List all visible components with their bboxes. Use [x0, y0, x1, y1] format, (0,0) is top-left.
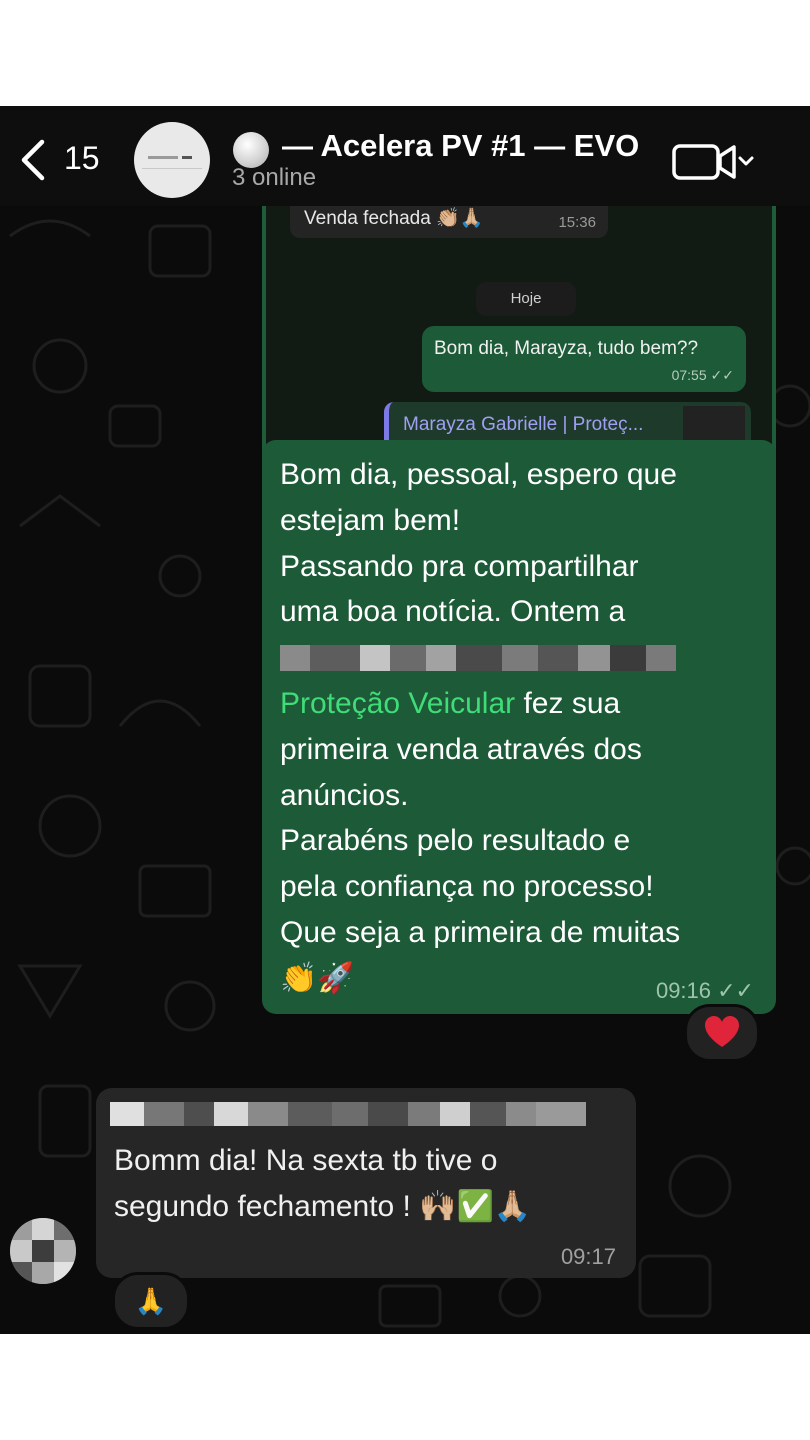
- msg-line: Que seja a primeira de muitas: [280, 915, 681, 949]
- outgoing-message-bubble[interactable]: Bom dia, pessoal, espero que estejam bem…: [262, 440, 776, 1014]
- msg-line: Passando pra compartilhar: [280, 549, 639, 583]
- screenshot-out-time: 07:55 ✓✓: [671, 367, 734, 383]
- unread-count[interactable]: 15: [64, 140, 100, 177]
- msg-line: primeira venda através dos: [280, 732, 642, 766]
- screenshot-previous-time: 15:36: [558, 214, 596, 231]
- group-avatar[interactable]: [134, 122, 210, 198]
- message-time: 09:16 ✓✓: [655, 978, 754, 1003]
- heart-icon: [705, 1016, 739, 1047]
- incoming-message-time: 09:17: [560, 1244, 616, 1269]
- pray-reaction[interactable]: 🙏: [112, 1272, 190, 1330]
- chat-screen: 15 — Acelera PV #1 — EVO 3 online Venda …: [0, 106, 810, 1334]
- screenshot-previous-message: Venda fechada 👏🏼🙏🏼: [304, 208, 484, 229]
- chevron-down-icon: [738, 156, 754, 166]
- screenshot-outgoing-bubble: Bom dia, Marayza, tudo bem?? 07:55 ✓✓: [422, 326, 746, 392]
- group-title[interactable]: — Acelera PV #1 — EVO: [282, 128, 639, 164]
- msg-line: uma boa notícia. Ontem a: [280, 595, 626, 629]
- msg-line: segundo fechamento ! 🙌🏼✅🙏🏼: [114, 1190, 532, 1223]
- msg-line: Parabéns pelo resultado e: [280, 824, 631, 858]
- msg-line: anúncios.: [280, 778, 409, 812]
- outgoing-message-text: Bom dia, pessoal, espero que estejam bem…: [280, 452, 770, 1002]
- heart-reaction[interactable]: [684, 1004, 760, 1062]
- msg-line: Proteção Veicular fez sua: [280, 686, 621, 720]
- highlighted-company-name: Proteção Veicular: [280, 686, 516, 720]
- screenshot-incoming-bubble: Venda fechada 👏🏼🙏🏼 15:36: [290, 206, 608, 238]
- screenshot-out-message: Bom dia, Marayza, tudo bem??: [434, 338, 699, 359]
- sender-avatar[interactable]: [10, 1218, 76, 1284]
- msg-line: pela confiança no processo!: [280, 870, 654, 904]
- msg-line: Bomm dia! Na sexta tb tive o: [114, 1144, 498, 1177]
- incoming-message-bubble[interactable]: Bomm dia! Na sexta tb tive o segundo fec…: [96, 1088, 636, 1278]
- link-preview-title: Marayza Gabrielle | Proteç...: [403, 414, 644, 435]
- day-divider: Hoje: [476, 282, 576, 316]
- msg-line: estejam bem!: [280, 503, 461, 537]
- chat-header: 15 — Acelera PV #1 — EVO 3 online: [0, 106, 810, 206]
- online-status: 3 online: [232, 164, 317, 191]
- link-preview-thumbnail: [683, 406, 745, 442]
- msg-line: Bom dia, pessoal, espero que: [280, 458, 677, 491]
- redacted-name: [280, 635, 770, 681]
- white-circle-emoji-icon: [233, 132, 269, 168]
- video-call-icon[interactable]: [672, 142, 758, 182]
- redacted-sender-name: [110, 1102, 586, 1126]
- incoming-message-text: Bomm dia! Na sexta tb tive o segundo fec…: [114, 1138, 624, 1230]
- back-chevron-icon[interactable]: [18, 138, 48, 182]
